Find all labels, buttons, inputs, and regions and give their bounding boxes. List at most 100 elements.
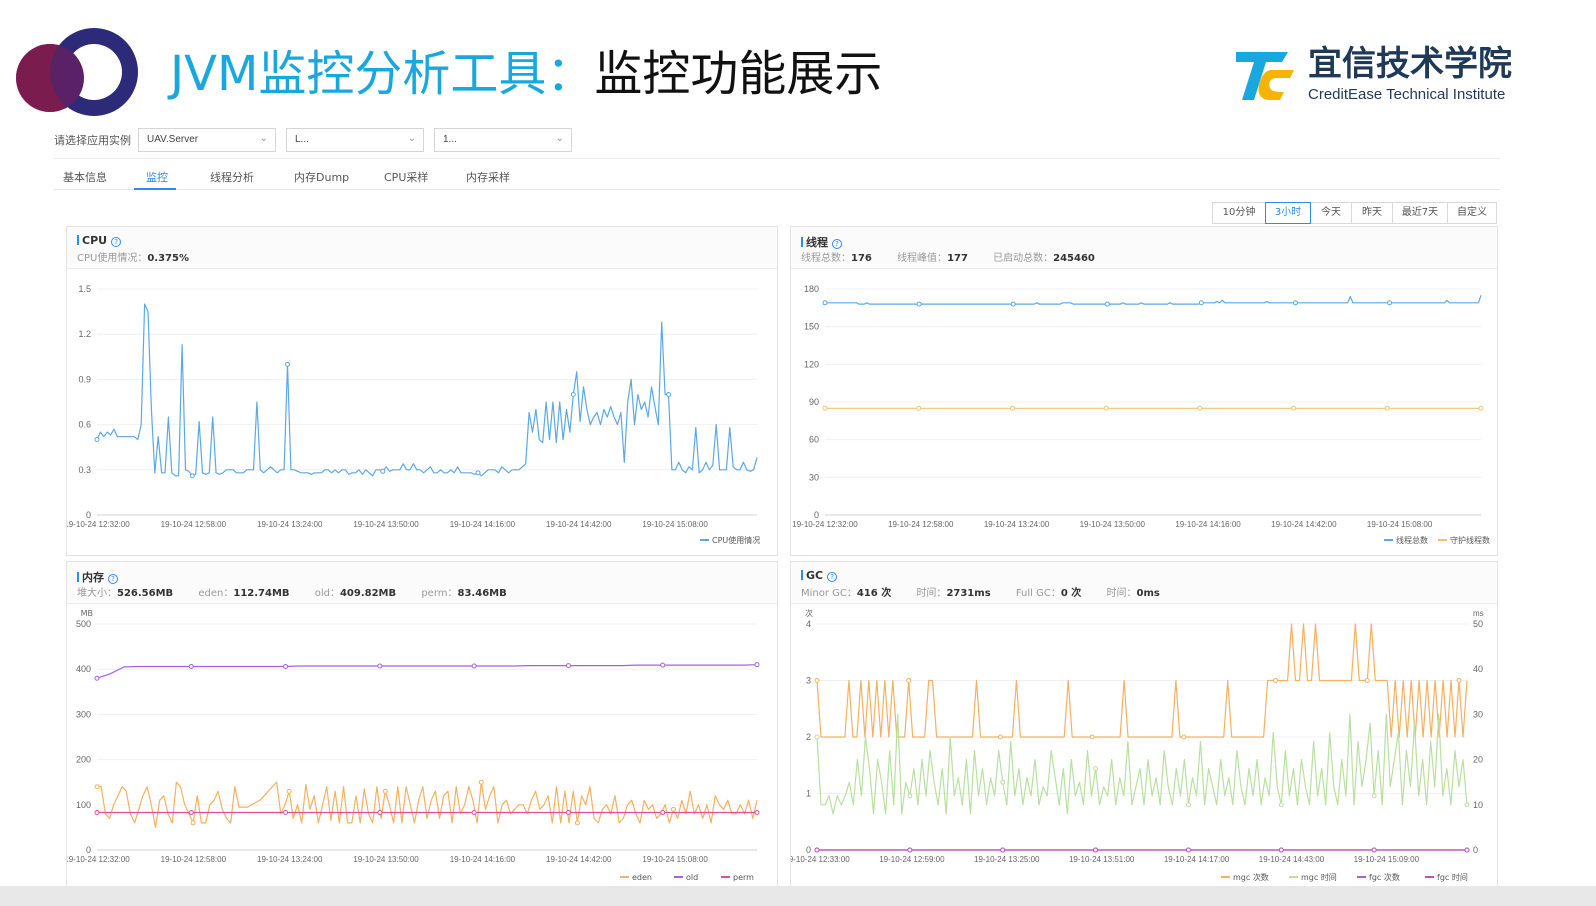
data-point: [285, 361, 291, 367]
tab-thread-analysis[interactable]: 线程分析: [210, 169, 254, 185]
help-icon[interactable]: ?: [827, 572, 838, 582]
y-tick-label: 400: [76, 664, 91, 674]
tab-basic-info[interactable]: 基本信息: [63, 169, 107, 185]
x-tick-label: 19-10-24 12:32:00: [67, 855, 130, 864]
data-point: [907, 793, 913, 799]
thread-panel: 线程? 线程总数：176 线程峰值：177 已启动总数：245460 0 30 60…: [790, 226, 1498, 556]
eden-label: eden：: [198, 588, 234, 599]
data-point: [1387, 300, 1393, 306]
tc-logo-icon: [1236, 52, 1294, 100]
data-point: [94, 437, 100, 443]
range-last-7-days[interactable]: 最近7天: [1392, 202, 1448, 224]
x-tick-label: 19-10-24 14:16:00: [1175, 520, 1241, 529]
data-point: [565, 663, 571, 669]
instance-select[interactable]: 1... ⌄: [434, 128, 572, 152]
legend-label: old: [686, 873, 698, 882]
thread-started-value: 245460: [1053, 253, 1095, 264]
x-tick-label: 19-10-24 15:08:00: [642, 855, 708, 864]
y2-tick-label: 50: [1473, 619, 1483, 629]
tab-memory-sampling[interactable]: 内存采样: [466, 169, 510, 185]
y2-tick-label: 20: [1473, 755, 1483, 765]
x-tick-label: 19-10-24 13:25:00: [974, 855, 1040, 864]
data-point: [1185, 847, 1191, 853]
range-yesterday[interactable]: 昨天: [1351, 202, 1393, 224]
gc-title-text: GC: [806, 569, 824, 582]
y-tick-label: 4: [806, 619, 811, 629]
range-3h[interactable]: 3小时: [1265, 202, 1311, 224]
y-unit-label: 次: [805, 608, 813, 618]
perm-label: perm：: [421, 588, 458, 599]
y-unit-label: MB: [81, 609, 93, 618]
minor-gc-label: Minor GC：: [801, 588, 857, 599]
data-point: [1291, 405, 1297, 411]
y-tick-label: 2: [806, 732, 811, 742]
help-icon[interactable]: ?: [111, 237, 122, 247]
host-select[interactable]: L... ⌄: [286, 128, 424, 152]
y-tick-label: 200: [76, 755, 91, 765]
legend-label: CPU使用情况: [712, 535, 760, 545]
help-icon[interactable]: ?: [108, 574, 118, 584]
eden-value: 112.74MB: [233, 588, 290, 599]
x-tick-label: 19-10-24 14:43:00: [1259, 855, 1325, 864]
data-point: [1185, 802, 1191, 808]
x-tick-label: 19-10-24 12:32:00: [67, 520, 130, 529]
x-tick-label: 19-10-24 14:16:00: [450, 855, 516, 864]
tab-memory-dump[interactable]: 内存Dump: [294, 169, 349, 185]
legend-label: perm: [733, 873, 754, 882]
x-tick-label: 19-10-24 13:24:00: [257, 855, 323, 864]
data-point: [1273, 678, 1279, 683]
full-gc-time-label: 时间：: [1106, 588, 1137, 599]
tab-cpu-sampling[interactable]: CPU采样: [384, 169, 428, 185]
y-tick-label: 1.5: [78, 284, 91, 294]
y-tick-label: 120: [804, 359, 819, 369]
x-tick-label: 19-10-24 12:58:00: [161, 520, 227, 529]
x-tick-label: 19-10-24 14:42:00: [546, 855, 612, 864]
data-point: [377, 809, 383, 815]
y-tick-label: 0.6: [78, 420, 91, 430]
cpu-usage-value: 0.375%: [147, 253, 189, 264]
data-point: [814, 678, 820, 683]
gc-panel-header: GC? Minor GC：416 次 时间：2731ms Full GC：0 次…: [791, 562, 1497, 604]
app-select[interactable]: UAV.Server ⌄: [138, 128, 276, 152]
data-point: [1292, 300, 1298, 306]
thread-peak-value: 177: [947, 253, 968, 264]
x-tick-label: 19-10-24 12:58:00: [161, 855, 227, 864]
data-point: [190, 820, 196, 826]
data-point: [916, 405, 922, 411]
series-line-CPU使用情况: [96, 303, 758, 477]
data-point: [377, 663, 383, 669]
thread-started-label: 已启动总数：: [993, 253, 1054, 264]
series-line-mgc-时间: [816, 713, 1468, 815]
data-point: [822, 300, 828, 306]
x-tick-label: 19-10-24 13:50:00: [1080, 520, 1146, 529]
range-custom[interactable]: 自定义: [1447, 202, 1497, 224]
data-point: [660, 662, 666, 668]
heap-label: 堆大小：: [77, 588, 117, 599]
data-point: [188, 809, 194, 815]
tab-monitor[interactable]: 监控: [146, 169, 168, 185]
range-today[interactable]: 今天: [1310, 202, 1352, 224]
help-icon[interactable]: ?: [832, 239, 842, 249]
full-gc-value: 0 次: [1060, 588, 1082, 599]
legend-label: eden: [632, 873, 652, 882]
y-tick-label: 0: [86, 845, 91, 855]
slide-title: JVM监控分析工具：监控功能展示: [170, 44, 882, 104]
data-point: [1104, 301, 1110, 307]
data-point: [94, 784, 100, 790]
data-point: [1010, 301, 1016, 307]
legend-label: mgc 次数: [1233, 872, 1269, 882]
data-point: [666, 391, 672, 397]
y-tick-label: 0.9: [78, 374, 91, 384]
heap-value: 526.56MB: [117, 588, 174, 599]
range-10min[interactable]: 10分钟: [1212, 202, 1266, 224]
slide-title-sub: 监控功能展示: [594, 46, 883, 102]
y-tick-label: 90: [809, 397, 819, 407]
series-line-old: [96, 664, 758, 679]
y-tick-label: 1.2: [78, 329, 91, 339]
cpu-usage-label: CPU使用情况：: [77, 253, 148, 264]
y-tick-label: 100: [76, 800, 91, 810]
instance-select-label: 请选择应用实例: [54, 134, 131, 147]
x-tick-label: 19-10-24 13:24:00: [257, 520, 323, 529]
x-tick-label: 19-10-24 12:58:00: [888, 520, 954, 529]
instance-select-value: 1...: [443, 134, 457, 145]
